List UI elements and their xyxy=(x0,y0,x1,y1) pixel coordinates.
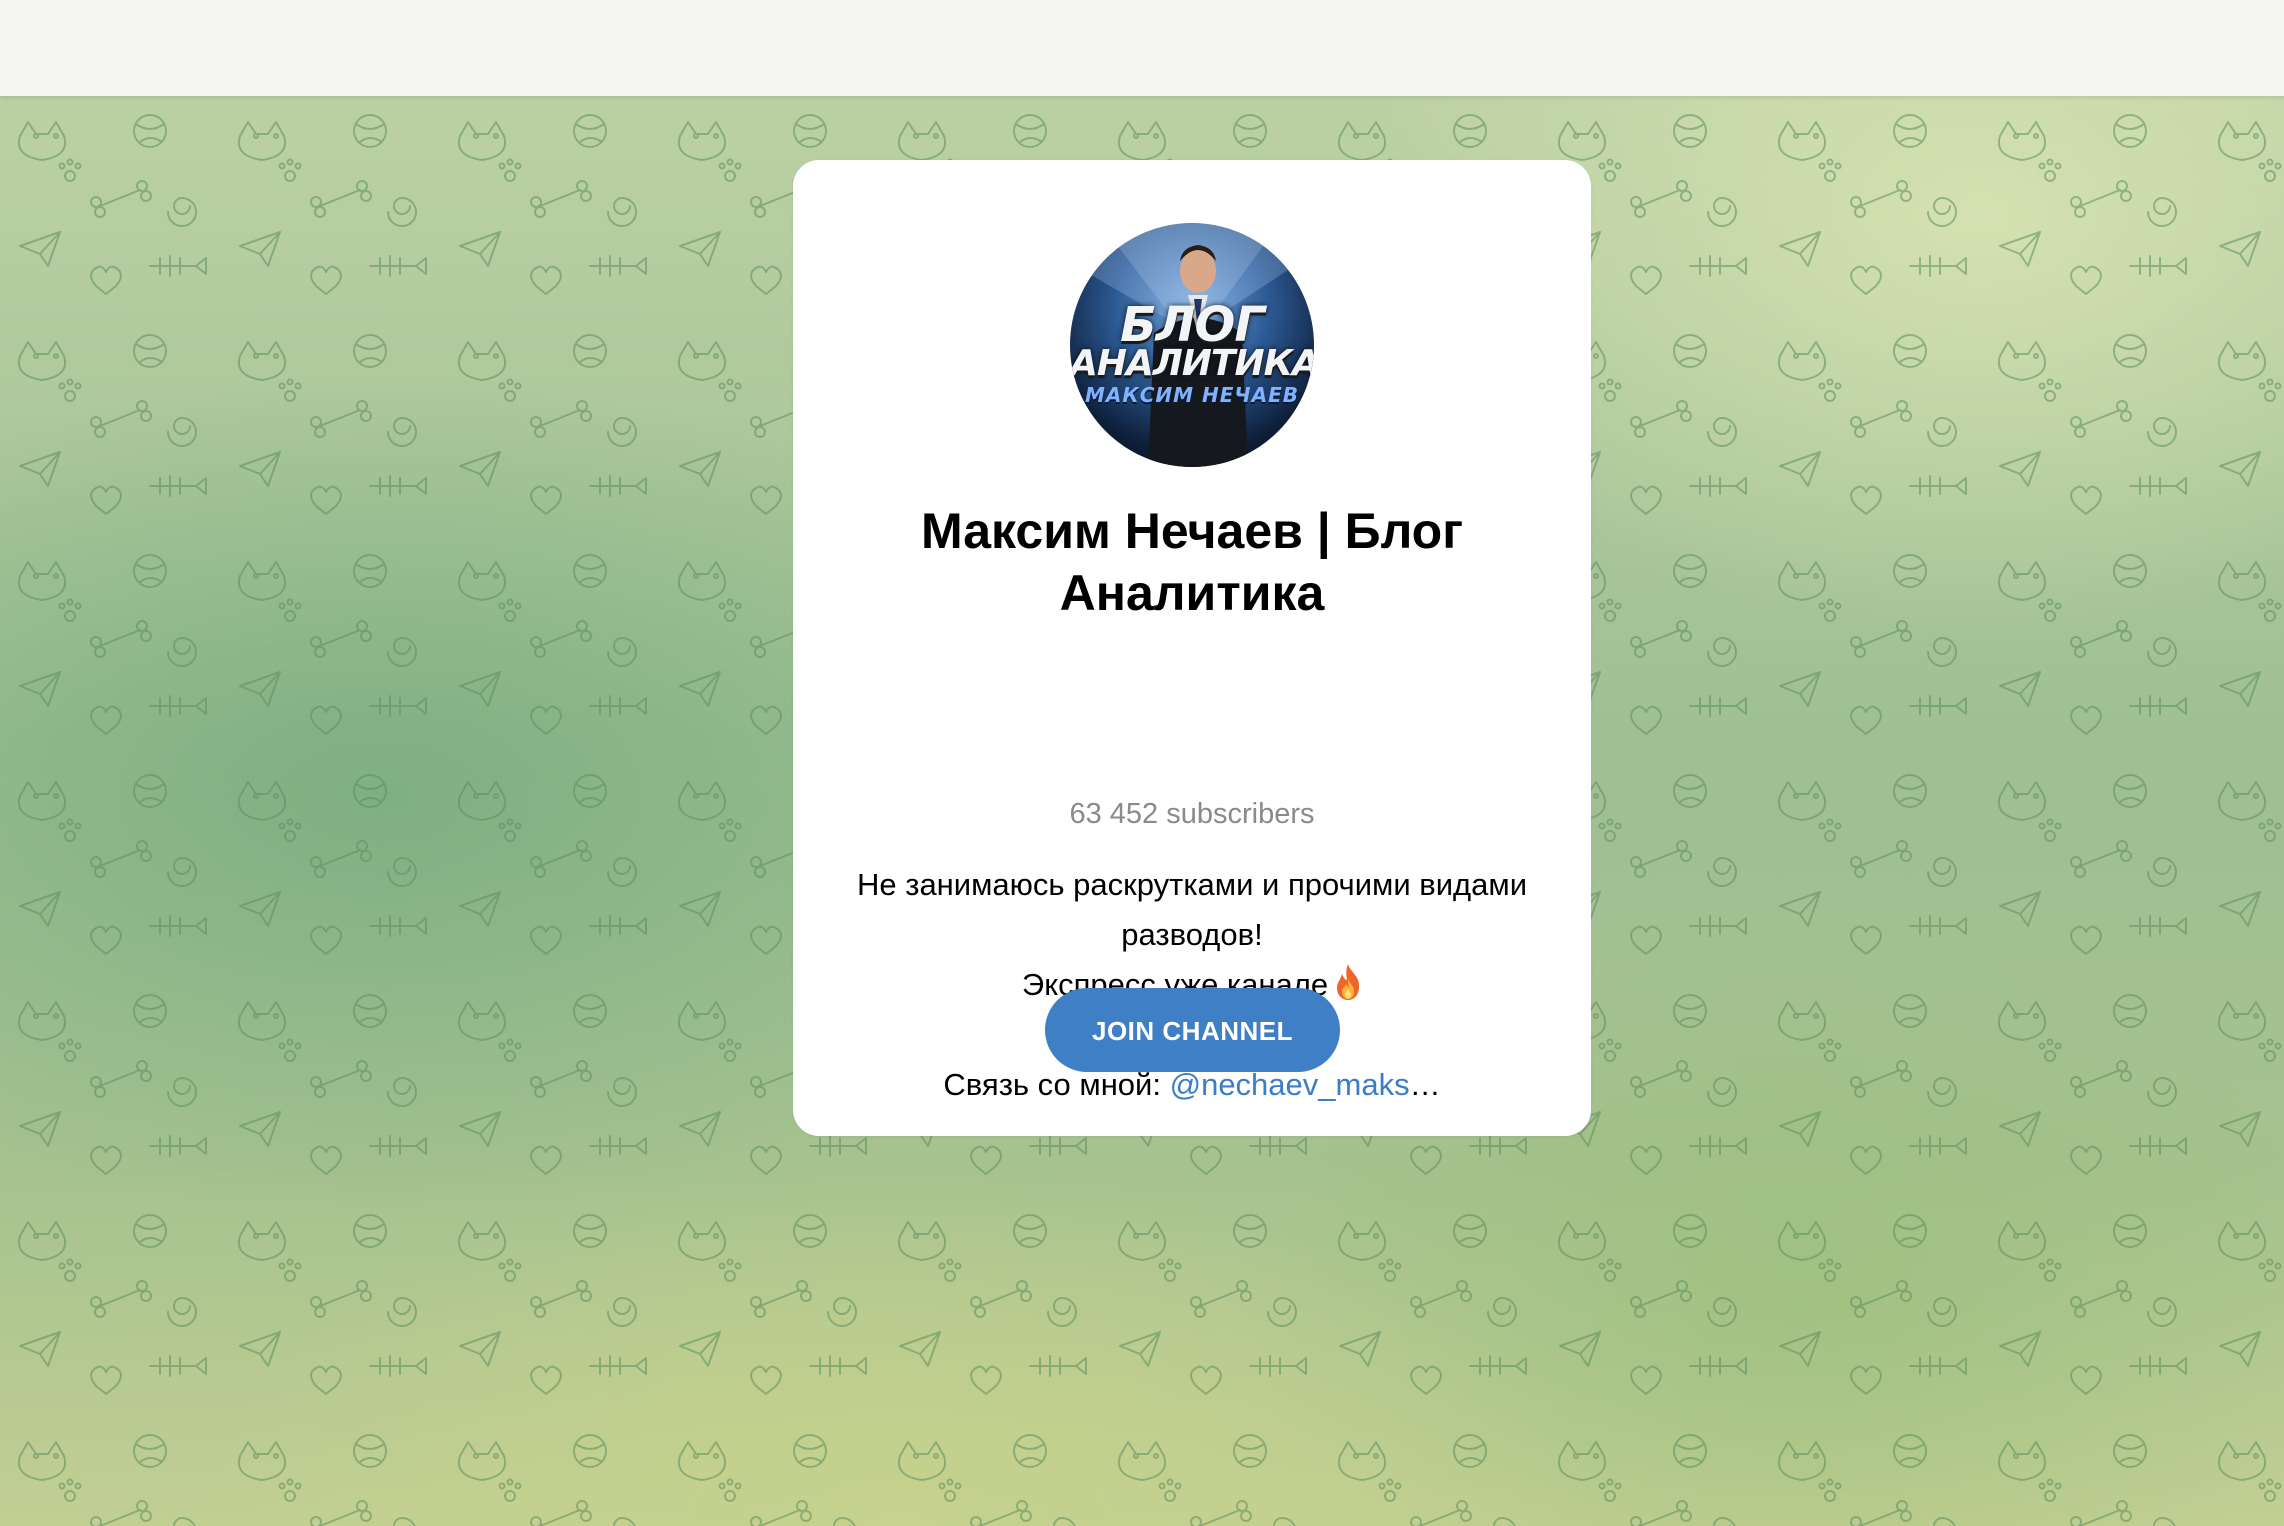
channel-avatar: БЛОГ АНАЛИТИКА МАКСИМ НЕЧАЕВ xyxy=(1070,223,1314,467)
channel-title: Максим Нечаев | Блог Аналитика xyxy=(920,503,1464,621)
avatar-text-line3: МАКСИМ НЕЧАЕВ xyxy=(1085,383,1299,407)
fire-emoji-icon xyxy=(1337,964,1360,1000)
subscriber-count: 63 452 subscribers xyxy=(1069,798,1315,830)
top-bar xyxy=(0,0,2284,96)
channel-card: БЛОГ АНАЛИТИКА МАКСИМ НЕЧАЕВ Максим Неча… xyxy=(793,160,1591,1136)
avatar-text-line2: АНАЛИТИКА xyxy=(1070,343,1314,384)
description-line-1: Не занимаюсь раскрутками и прочими видам… xyxy=(856,867,1528,902)
description-line-2: разводов! xyxy=(1121,917,1263,952)
join-channel-button[interactable]: JOIN CHANNEL xyxy=(1045,988,1340,1072)
contact-ellipsis: … xyxy=(1409,1067,1441,1102)
